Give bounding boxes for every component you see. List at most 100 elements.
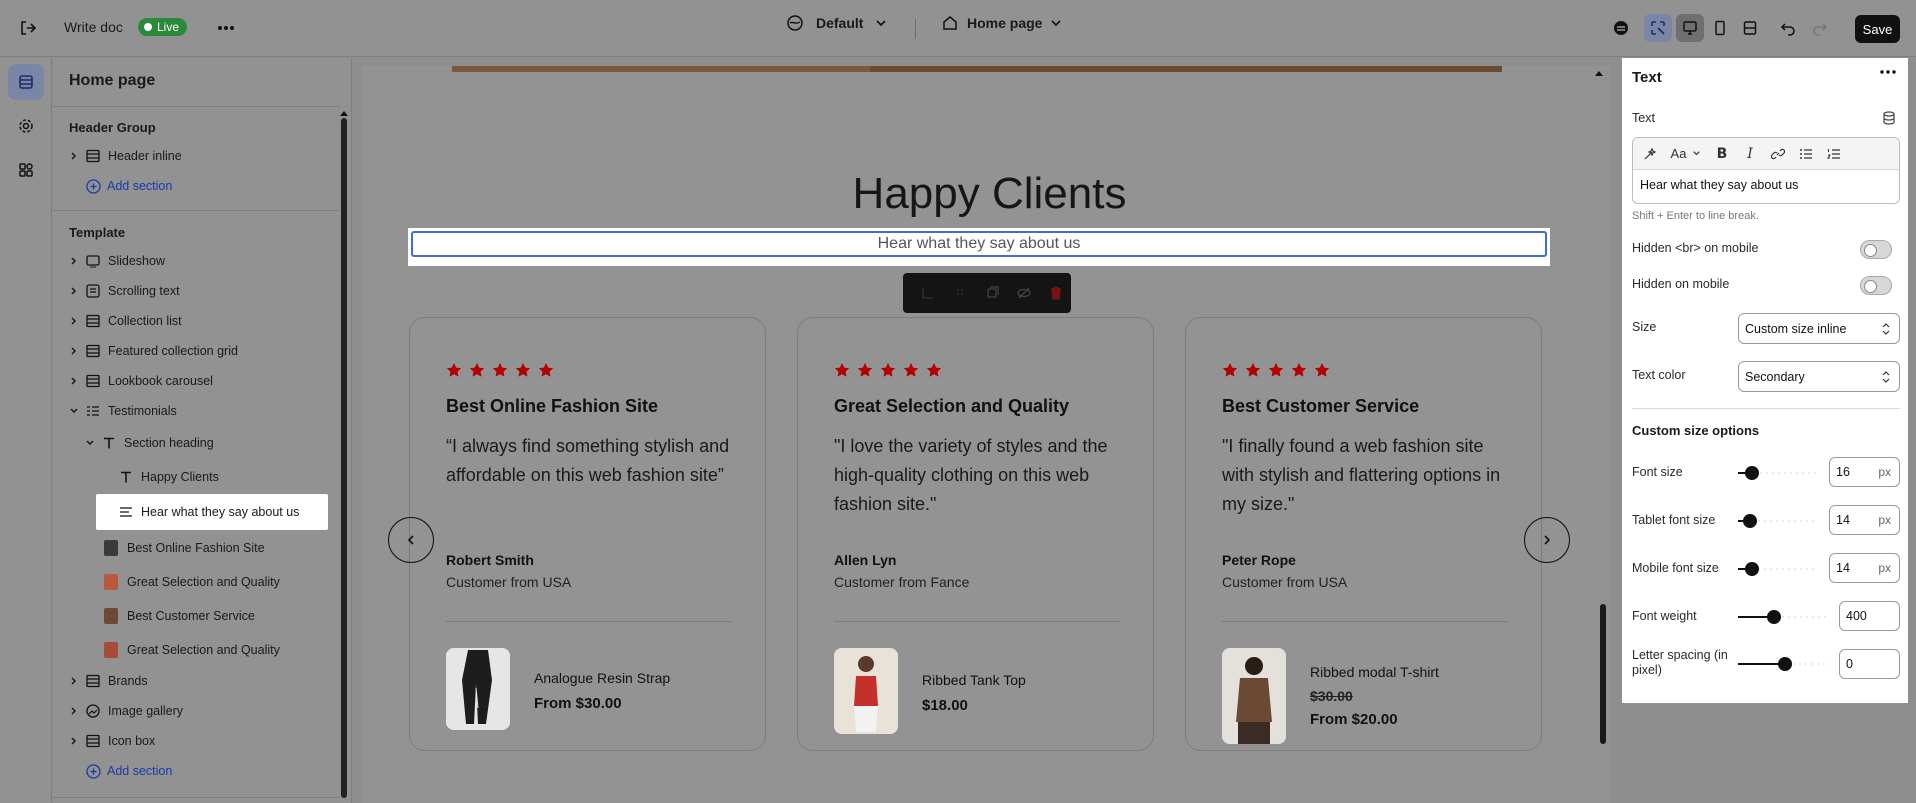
page-select[interactable]: Home page <box>941 14 1062 32</box>
add-section-button[interactable]: Add section <box>85 174 172 198</box>
scroll-up-icon[interactable] <box>1595 70 1603 76</box>
letter-spacing-input[interactable]: 0 <box>1839 649 1900 679</box>
chevron-right-icon[interactable] <box>67 149 81 163</box>
font-size-input[interactable]: 16 px <box>1829 457 1900 487</box>
font-size-slider[interactable] <box>1738 466 1818 480</box>
redo-icon[interactable] <box>1806 14 1834 42</box>
slider-knob[interactable] <box>1778 657 1792 671</box>
theme-select[interactable]: Default <box>786 14 887 32</box>
tree-item-icon-box[interactable]: Icon box <box>67 729 155 753</box>
tree-item-featured-collection-grid[interactable]: Featured collection grid <box>67 339 238 363</box>
tree-item-testimonial-1[interactable]: Best Online Fashion Site <box>104 536 265 560</box>
tree-item-lookbook-carousel[interactable]: Lookbook carousel <box>67 369 213 393</box>
mobile-icon[interactable] <box>1706 14 1734 42</box>
mobile-font-size-input[interactable]: 14 px <box>1829 553 1900 583</box>
testimonials-heading[interactable]: Happy Clients <box>362 169 1610 219</box>
database-icon[interactable] <box>1607 14 1635 42</box>
bold-icon[interactable]: B <box>1711 143 1733 165</box>
carousel-prev-button[interactable] <box>388 517 434 563</box>
slider-knob[interactable] <box>1767 610 1781 624</box>
inspect-icon[interactable] <box>1644 14 1672 42</box>
more-icon[interactable] <box>1880 70 1896 74</box>
letter-spacing-slider[interactable] <box>1738 657 1828 671</box>
chevron-down-icon[interactable] <box>83 436 97 450</box>
product-name[interactable]: Ribbed Tank Top <box>922 672 1026 688</box>
slider-knob[interactable] <box>1745 562 1759 576</box>
duplicate-icon[interactable] <box>981 282 1003 304</box>
fullwidth-icon[interactable] <box>1736 14 1764 42</box>
apps-icon[interactable] <box>8 152 44 188</box>
size-select[interactable]: Custom size inline <box>1738 313 1900 344</box>
mobile-font-size-slider[interactable] <box>1738 562 1818 576</box>
more-icon[interactable] <box>212 14 240 42</box>
move-icon[interactable] <box>917 282 939 304</box>
bullet-list-icon[interactable] <box>1795 143 1817 165</box>
selected-text-block[interactable]: Hear what they say about us <box>408 228 1550 266</box>
chevron-right-icon[interactable] <box>67 674 81 688</box>
tree-item-hear-what-they-say[interactable]: Hear what they say about us <box>118 500 299 524</box>
tree-item-scrolling-text[interactable]: Scrolling text <box>67 279 180 303</box>
ai-magic-icon[interactable] <box>1639 143 1661 165</box>
text-color-select[interactable]: Secondary <box>1738 361 1900 392</box>
tree-item-collection-list[interactable]: Collection list <box>67 309 182 333</box>
tablet-font-size-input[interactable]: 14 px <box>1829 505 1900 535</box>
canvas-scrollbar[interactable] <box>1600 604 1606 744</box>
numbered-list-icon[interactable] <box>1823 143 1845 165</box>
tree-item-label: Slideshow <box>108 254 165 268</box>
product-name[interactable]: Analogue Resin Strap <box>534 670 670 686</box>
slider-knob[interactable] <box>1745 466 1759 480</box>
desktop-icon[interactable] <box>1676 14 1704 42</box>
chevron-right-icon[interactable] <box>67 734 81 748</box>
tree-item-testimonial-2[interactable]: Great Selection and Quality <box>104 570 280 594</box>
sidebar-scrollbar[interactable] <box>340 111 348 798</box>
add-section-button[interactable]: Add section <box>85 759 172 783</box>
tree-item-testimonial-4[interactable]: Great Selection and Quality <box>104 638 280 662</box>
italic-icon[interactable]: I <box>1739 143 1761 165</box>
font-size-dropdown[interactable]: Aa <box>1667 143 1705 165</box>
product-image[interactable] <box>1222 648 1286 744</box>
tree-item-header-inline[interactable]: Header inline <box>67 144 182 168</box>
hide-icon[interactable] <box>1013 282 1035 304</box>
chevron-right-icon[interactable] <box>67 254 81 268</box>
layers-icon[interactable] <box>8 64 44 100</box>
exit-icon[interactable] <box>14 14 42 42</box>
chevron-right-icon[interactable] <box>67 314 81 328</box>
chevron-right-icon[interactable] <box>67 374 81 388</box>
testimonials-icon <box>85 403 101 419</box>
dynamic-source-icon[interactable] <box>1882 111 1896 125</box>
tree-item-image-gallery[interactable]: Image gallery <box>67 699 183 723</box>
font-weight-slider[interactable] <box>1738 610 1828 624</box>
chevron-right-icon[interactable] <box>67 284 81 298</box>
tree-item-section-heading[interactable]: Section heading <box>83 431 214 455</box>
scroll-up-icon[interactable] <box>340 110 348 116</box>
tree-item-testimonial-3[interactable]: Best Customer Service <box>104 604 255 628</box>
product-name[interactable]: Ribbed modal T-shirt <box>1310 664 1439 680</box>
tree-item-happy-clients[interactable]: Happy Clients <box>118 465 219 489</box>
chevron-right-icon[interactable] <box>67 704 81 718</box>
tree-item-brands[interactable]: Brands <box>67 669 148 693</box>
save-button[interactable]: Save <box>1855 15 1900 43</box>
hidden-mobile-toggle[interactable] <box>1860 276 1892 295</box>
chevron-right-icon[interactable] <box>67 344 81 358</box>
hidden-br-toggle[interactable] <box>1860 240 1892 259</box>
product-image[interactable] <box>834 648 898 734</box>
product-compare-price: $30.00 <box>1310 688 1353 704</box>
divider <box>834 621 1120 622</box>
delete-icon[interactable] <box>1045 282 1067 304</box>
link-icon[interactable] <box>1767 143 1789 165</box>
tree-item-slideshow[interactable]: Slideshow <box>67 249 165 273</box>
rich-text-content[interactable]: Hear what they say about us <box>1633 170 1899 200</box>
scrollbar-thumb[interactable] <box>341 118 347 798</box>
tree-item-testimonials[interactable]: Testimonials <box>67 399 177 423</box>
carousel-next-button[interactable] <box>1524 517 1570 563</box>
chevron-down-icon[interactable] <box>67 404 81 418</box>
undo-icon[interactable] <box>1774 14 1802 42</box>
tablet-font-size-slider[interactable] <box>1738 514 1818 528</box>
font-weight-input[interactable]: 400 <box>1839 601 1900 631</box>
star-icon <box>834 363 850 377</box>
product-image[interactable] <box>446 648 510 730</box>
testimonials-subheading[interactable]: Hear what they say about us <box>411 231 1547 257</box>
slider-knob[interactable] <box>1743 514 1757 528</box>
drag-icon[interactable] <box>949 282 971 304</box>
gear-icon[interactable] <box>8 108 44 144</box>
